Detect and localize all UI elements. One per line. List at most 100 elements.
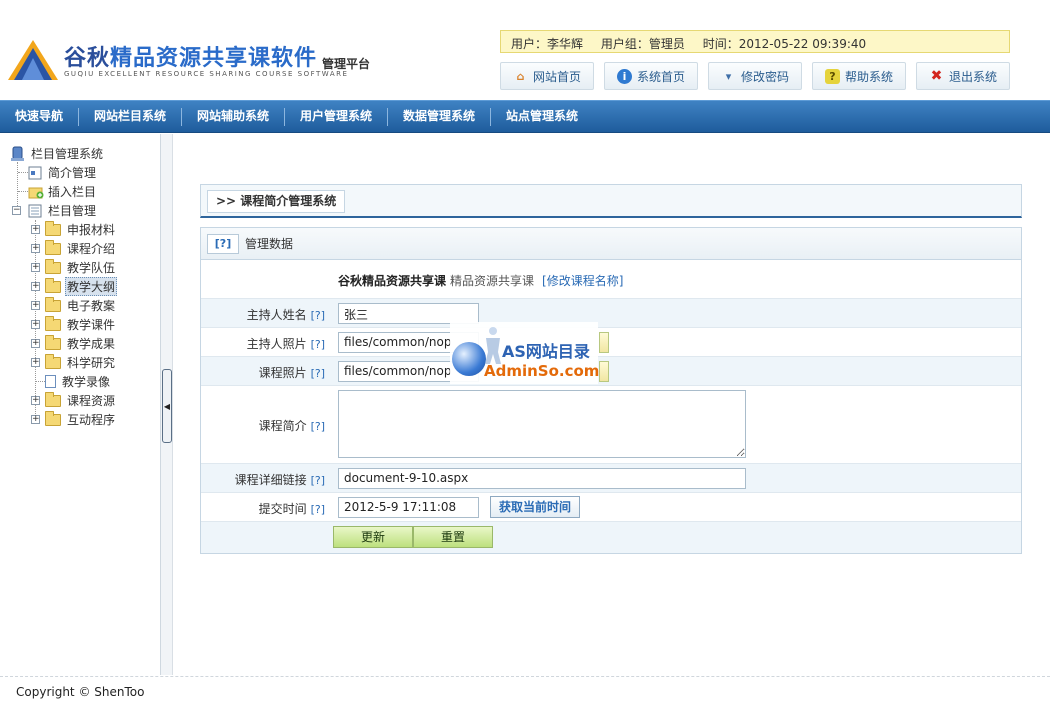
change-password-button[interactable]: ▾ 修改密码 bbox=[708, 62, 802, 90]
tree-insert[interactable]: 插入栏目 bbox=[28, 182, 98, 201]
tree-line bbox=[17, 162, 18, 210]
folder-icon bbox=[45, 258, 61, 274]
host-name-label: 主持人姓名 [?] bbox=[247, 306, 325, 323]
panel-help-button[interactable]: [?] bbox=[207, 234, 239, 254]
course-photo-label: 课程照片 [?] bbox=[259, 364, 325, 381]
tree-item[interactable]: 教学成果 bbox=[45, 334, 117, 353]
form-row-submit-time: 提交时间 [?] 2012-5-9 17:11:08 获取当前时间 bbox=[201, 493, 1021, 522]
tree-item-label: 申报材料 bbox=[67, 223, 116, 237]
tree-item-selected[interactable]: 教学大纲 bbox=[45, 277, 118, 296]
tree-root[interactable]: 栏目管理系统 bbox=[10, 144, 105, 163]
folder-icon bbox=[45, 391, 61, 407]
course-photo-label-text: 课程照片 bbox=[258, 366, 307, 380]
host-name-label-text: 主持人姓名 bbox=[246, 308, 307, 322]
insert-folder-icon bbox=[28, 187, 44, 198]
help-mark[interactable]: [?] bbox=[311, 309, 325, 322]
close-icon: ✖ bbox=[930, 68, 943, 84]
person-figure-icon bbox=[485, 327, 501, 364]
help-system-label: 帮助系统 bbox=[844, 69, 893, 84]
help-mark[interactable]: [?] bbox=[311, 503, 325, 516]
host-photo-upload-button[interactable] bbox=[599, 332, 609, 353]
tree-item[interactable]: 课程资源 bbox=[45, 391, 117, 410]
expand-toggle-icon[interactable]: + bbox=[31, 396, 40, 405]
edit-course-name-link[interactable]: [修改课程名称] bbox=[542, 274, 623, 288]
help-mark[interactable]: [?] bbox=[311, 367, 325, 380]
tree-item[interactable]: 课程介绍 bbox=[45, 239, 117, 258]
course-photo-upload-button[interactable] bbox=[599, 361, 609, 382]
logo-platform-label: 管理平台 bbox=[322, 57, 371, 71]
tree-column[interactable]: 栏目管理 bbox=[28, 201, 98, 220]
tree-item-label: 教学录像 bbox=[62, 375, 111, 389]
submit-time-label-text: 提交时间 bbox=[258, 502, 307, 516]
collapse-sidebar-handle[interactable]: ◀ bbox=[162, 369, 172, 443]
nav-user-mgmt[interactable]: 用户管理系统 bbox=[300, 101, 372, 132]
tree-intro[interactable]: 简介管理 bbox=[28, 163, 98, 182]
logo-subtitle: GUQIU EXCELLENT RESOURCE SHARING COURSE … bbox=[64, 70, 349, 78]
main-nav: 快速导航 网站栏目系统 网站辅助系统 用户管理系统 数据管理系统 站点管理系统 bbox=[0, 100, 1050, 133]
nav-site-columns[interactable]: 网站栏目系统 bbox=[94, 101, 166, 132]
help-mark[interactable]: [?] bbox=[311, 474, 325, 487]
course-intro-textarea[interactable] bbox=[338, 390, 746, 458]
tree-item-label: 课程资源 bbox=[67, 394, 116, 408]
form-row-course-link: 课程详细链接 [?] document-9-10.aspx bbox=[201, 464, 1021, 493]
nav-site-aux[interactable]: 网站辅助系统 bbox=[197, 101, 269, 132]
logout-button[interactable]: ✖ 退出系统 bbox=[916, 62, 1010, 90]
document-icon bbox=[45, 375, 56, 388]
help-mark[interactable]: [?] bbox=[311, 338, 325, 351]
tree-item[interactable]: 互动程序 bbox=[45, 410, 117, 429]
course-link-input[interactable]: document-9-10.aspx bbox=[338, 468, 746, 489]
submit-time-input[interactable]: 2012-5-9 17:11:08 bbox=[338, 497, 479, 518]
tree-item[interactable]: 教学队伍 bbox=[45, 258, 117, 277]
tree-item-label: 教学课件 bbox=[67, 318, 116, 332]
panel-title: 管理数据 bbox=[245, 237, 294, 251]
expand-toggle-icon[interactable]: + bbox=[31, 282, 40, 291]
help-system-button[interactable]: ? 帮助系统 bbox=[812, 62, 906, 90]
course-intro-label: 课程简介 [?] bbox=[259, 417, 325, 434]
tree-item-label: 教学成果 bbox=[67, 337, 116, 351]
course-name-sub: 精品资源共享课 bbox=[450, 274, 535, 288]
logo: 谷秋精品资源共享课软件 GUQIU EXCELLENT RESOURCE SHA… bbox=[6, 36, 386, 86]
arrow-left-icon: ◀ bbox=[163, 401, 171, 411]
expand-toggle-icon[interactable]: + bbox=[31, 225, 40, 234]
form-row-course-intro: 课程简介 [?] bbox=[201, 386, 1021, 464]
reset-button[interactable]: 重置 bbox=[413, 526, 493, 548]
host-name-input[interactable]: 张三 bbox=[338, 303, 479, 324]
system-home-button[interactable]: i 系统首页 bbox=[604, 62, 698, 90]
panel-header: [?] 管理数据 bbox=[201, 228, 1021, 260]
nav-quick[interactable]: 快速导航 bbox=[15, 101, 63, 132]
folder-icon bbox=[45, 296, 61, 312]
expand-toggle-icon[interactable]: + bbox=[31, 320, 40, 329]
nav-data-mgmt[interactable]: 数据管理系统 bbox=[403, 101, 475, 132]
tree-item-label: 教学队伍 bbox=[67, 261, 116, 275]
tree-item[interactable]: 电子教案 bbox=[45, 296, 117, 315]
form-row-host-photo: 主持人照片 [?] files/common/nop bbox=[201, 328, 1021, 357]
tree-item[interactable]: 科学研究 bbox=[45, 353, 117, 372]
logo-title: 谷秋精品资源共享课软件 bbox=[64, 46, 318, 71]
tree-item-label: 教学大纲 bbox=[65, 277, 118, 296]
expand-toggle-icon[interactable]: + bbox=[31, 263, 40, 272]
expand-toggle-icon[interactable]: + bbox=[31, 244, 40, 253]
tree-item[interactable]: 教学录像 bbox=[45, 372, 112, 391]
sidebar-tree: 栏目管理系统 简介管理 插入栏目 − 栏目管理 + 申报材料 + 课程介绍 + bbox=[0, 134, 161, 675]
expand-toggle-icon[interactable]: + bbox=[31, 415, 40, 424]
folder-icon bbox=[45, 239, 61, 255]
nav-site-mgmt[interactable]: 站点管理系统 bbox=[506, 101, 578, 132]
user-name: 用户：李华辉 bbox=[511, 37, 584, 51]
expand-toggle-icon[interactable]: + bbox=[31, 301, 40, 310]
expand-toggle-icon[interactable]: + bbox=[31, 339, 40, 348]
tree-item[interactable]: 教学课件 bbox=[45, 315, 117, 334]
collapse-toggle-icon[interactable]: − bbox=[12, 206, 21, 215]
help-mark[interactable]: [?] bbox=[311, 420, 325, 433]
copyright-text: Copyright © ShenToo bbox=[16, 685, 145, 699]
column-doc-icon bbox=[28, 204, 42, 217]
section-title-bar: >> 课程简介管理系统 bbox=[200, 184, 1022, 218]
update-button[interactable]: 更新 bbox=[333, 526, 413, 548]
folder-icon bbox=[45, 410, 61, 426]
get-current-time-button[interactable]: 获取当前时间 bbox=[490, 496, 581, 518]
pin-icon: ▾ bbox=[725, 69, 732, 83]
site-home-button[interactable]: ⌂ 网站首页 bbox=[500, 62, 594, 90]
logout-label: 退出系统 bbox=[948, 69, 997, 84]
expand-toggle-icon[interactable]: + bbox=[31, 358, 40, 367]
tree-item[interactable]: 申报材料 bbox=[45, 220, 117, 239]
tree-line bbox=[18, 191, 28, 192]
